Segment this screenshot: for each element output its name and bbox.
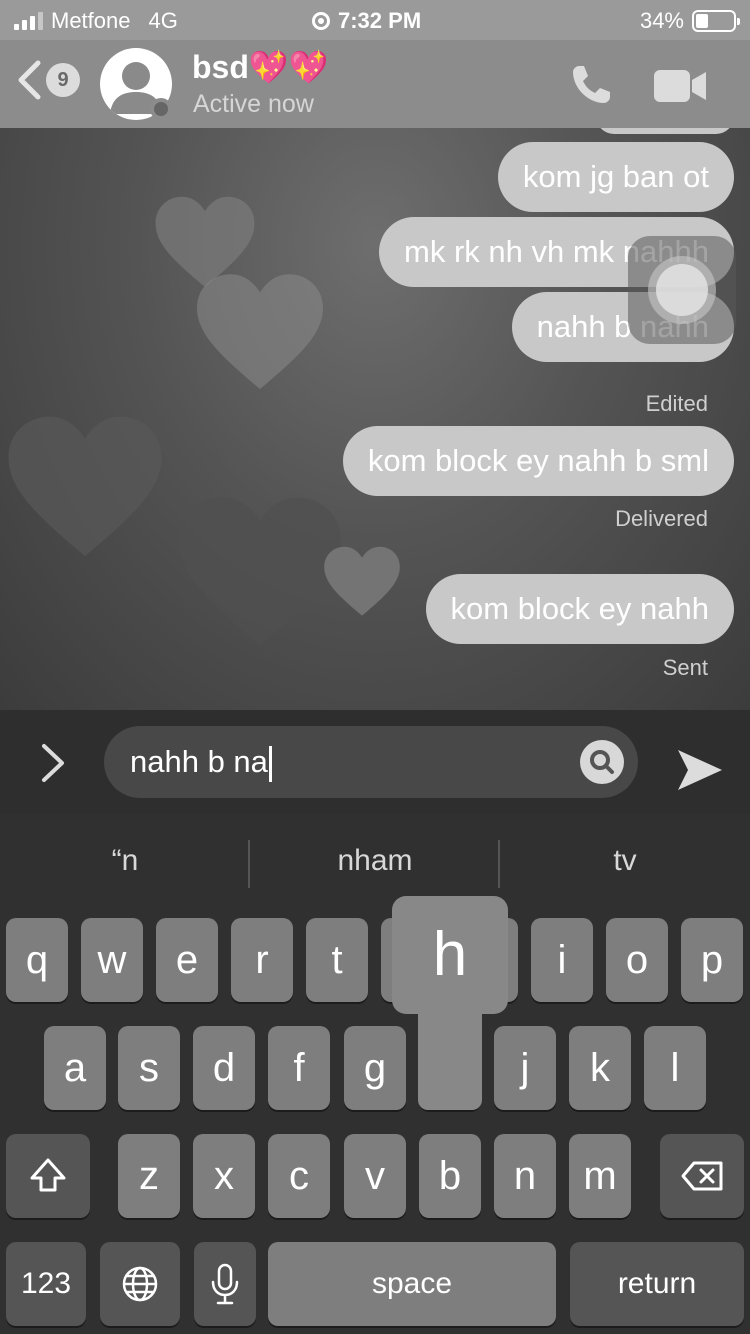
message-input-value: nahh b na [130,726,272,798]
search-lens-icon[interactable] [580,740,624,784]
key-s[interactable]: s [118,1026,180,1110]
heart-decoration-icon [197,274,323,389]
back-button[interactable]: 9 [16,60,80,100]
message-bubble[interactable]: kom block ey nahh b sml [342,426,734,496]
composer-bar: nahh b na [0,710,750,814]
key-b[interactable]: b [419,1134,481,1218]
expand-chevron-icon[interactable] [38,742,68,784]
suggestion-2[interactable]: nham [250,844,500,888]
battery-percent: 34% [639,8,684,33]
message-bubble[interactable]: kom jg ban ot [497,142,734,212]
return-key[interactable]: return [570,1242,744,1326]
key-r[interactable]: r [231,918,293,1002]
key-n[interactable]: n [494,1134,556,1218]
key-a[interactable]: a [44,1026,106,1110]
backspace-icon [681,1161,723,1191]
key-x[interactable]: x [193,1134,255,1218]
key-w[interactable]: w [81,918,143,1002]
shift-key[interactable] [6,1134,90,1218]
key-z[interactable]: z [118,1134,180,1218]
status-left: Metfone 4G [14,8,178,34]
contact-status: Active now [193,90,314,118]
carrier-name: Metfone [51,8,131,33]
backspace-key[interactable] [660,1134,744,1218]
key-f[interactable]: f [268,1026,330,1110]
status-center: 7:32 PM [312,8,421,34]
heart-decoration-icon [324,546,400,616]
status-right: 34% [639,8,740,34]
key-q[interactable]: q [6,918,68,1002]
message-bubble-partial [596,128,734,134]
back-chevron-icon [18,60,41,100]
key-l[interactable]: l [644,1026,706,1110]
text-caret [268,745,272,782]
microphone-icon [211,1263,239,1305]
globe-key[interactable] [100,1242,180,1326]
key-t[interactable]: t [306,918,368,1002]
suggestion-1[interactable]: “n [0,844,250,888]
phone-icon[interactable] [570,62,614,106]
key-o[interactable]: o [606,918,668,1002]
message-input[interactable]: nahh b na [104,726,638,798]
heart-decoration-icon [8,416,162,556]
message-status-sent: Sent [662,655,708,680]
signal-icon [14,12,43,30]
key-i[interactable]: i [531,918,593,1002]
video-camera-icon[interactable] [652,68,708,104]
key-p[interactable]: p [681,918,743,1002]
key-popup-label: h [432,920,468,989]
screen-record-icon [312,12,330,30]
key-v[interactable]: v [344,1134,406,1218]
message-bubble[interactable]: kom block ey nahh [425,574,734,644]
status-bar: Metfone 4G 7:32 PM 34% [0,0,750,40]
key-k[interactable]: k [569,1026,631,1110]
battery-icon [692,10,740,32]
numbers-key[interactable]: 123 [6,1242,86,1326]
message-thread[interactable]: kom jg ban ot mk rk nh vh mk nahhh nahh … [0,128,750,710]
message-status-delivered: Delivered [615,506,708,531]
presence-dot [150,98,172,120]
key-m[interactable]: m [569,1134,631,1218]
contact-name[interactable]: bsd💖💖 [192,48,329,86]
globe-icon [122,1266,158,1302]
shift-icon [30,1158,66,1192]
send-icon[interactable] [676,748,724,792]
message-status-edited: Edited [645,391,708,416]
status-time: 7:32 PM [338,8,422,33]
unread-count-badge: 9 [46,63,80,97]
key-popup: h [392,896,508,1110]
assistive-touch-button[interactable] [628,236,736,344]
space-key[interactable]: space [268,1242,556,1326]
suggestion-3[interactable]: tv [500,844,750,888]
network-type: 4G [148,8,178,33]
key-c[interactable]: c [268,1134,330,1218]
dictation-key[interactable] [194,1242,256,1326]
chat-header: 9 bsd💖💖 Active now [0,40,750,128]
key-e[interactable]: e [156,918,218,1002]
key-d[interactable]: d [193,1026,255,1110]
